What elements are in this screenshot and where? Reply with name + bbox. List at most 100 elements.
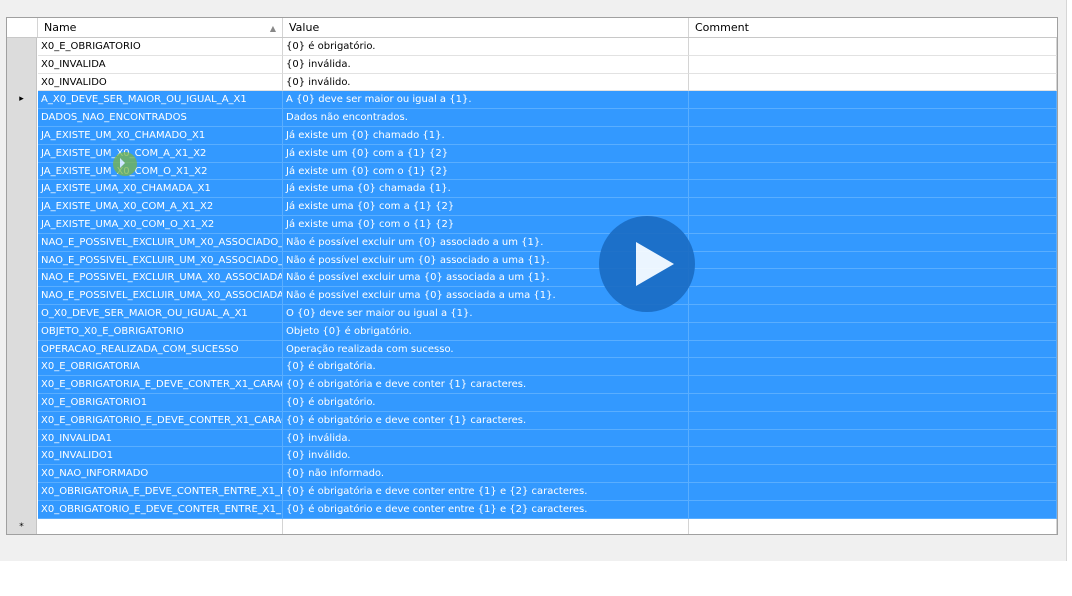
row-header[interactable] [7,38,37,56]
table-row[interactable]: X0_INVALIDA {0} inválida. [7,55,1057,74]
table-row[interactable]: ▸ A_X0_DEVE_SER_MAIOR_OU_IGUAL_A_X1 A {0} … [7,91,1057,110]
table-row[interactable]: OPERACAO_REALIZADA_COM_SUCESSO Operação r… [7,340,1057,359]
comment-cell[interactable] [689,500,1057,519]
name-cell[interactable] [38,518,283,534]
comment-cell[interactable] [689,429,1057,448]
row-header[interactable] [7,126,37,145]
comment-cell[interactable] [689,393,1057,412]
new-row[interactable]: * [7,518,1057,534]
table-row[interactable]: X0_E_OBRIGATORIA {0} é obrigatória. [7,358,1057,377]
comment-cell[interactable] [689,447,1057,466]
comment-cell[interactable] [689,376,1057,394]
name-cell[interactable]: X0_INVALIDA1 [38,429,283,448]
table-row[interactable]: JA_EXISTE_UM_X0_COM_O_X1_X2Já existe um … [7,162,1057,181]
value-cell[interactable]: {0} inválida. [283,429,689,448]
comment-cell[interactable] [689,162,1057,181]
value-cell[interactable]: {0} é obrigatório. [283,393,689,412]
name-cell[interactable]: NAO_E_POSSIVEL_EXCLUIR_UM_X0_ASSOCIADO_A… [38,251,283,270]
value-cell[interactable]: {0} é obrigatório. [283,38,689,56]
value-cell[interactable]: {0} inválido. [283,447,689,466]
row-header[interactable] [7,233,37,252]
table-row[interactable]: X0_E_OBRIGATORIA_E_DEVE_CONTER_X1_CARACT… [7,376,1057,394]
value-cell[interactable]: Dados não encontrados. [283,109,689,127]
comment-cell[interactable] [689,304,1057,323]
name-cell[interactable]: NAO_E_POSSIVEL_EXCLUIR_UMA_X0_ASSOCIADA_… [38,269,283,288]
table-row[interactable]: JA_EXISTE_UM_X0_COM_A_X1_X2Já existe um … [7,144,1057,163]
comment-cell[interactable] [689,73,1057,92]
value-cell[interactable]: Operação realizada com sucesso. [283,340,689,359]
value-cell[interactable]: A {0} deve ser maior ou igual a {1}. [283,91,689,110]
name-cell[interactable]: X0_OBRIGATORIO_E_DEVE_CONTER_ENTRE_X1_E_… [38,500,283,519]
comment-cell[interactable] [689,126,1057,145]
column-header-value[interactable]: Value [283,18,689,37]
value-cell[interactable]: Já existe um {0} com o {1} {2} [283,162,689,181]
row-header-corner[interactable] [7,18,38,37]
comment-cell[interactable] [689,465,1057,483]
value-cell[interactable]: Objeto {0} é obrigatório. [283,322,689,341]
table-row[interactable]: X0_INVALIDO1 {0} inválido. [7,447,1057,466]
comment-cell[interactable] [689,269,1057,288]
row-header[interactable] [7,340,37,359]
row-header[interactable] [7,411,37,430]
comment-cell[interactable] [689,91,1057,110]
name-cell[interactable]: JA_EXISTE_UMA_X0_COM_O_X1_X2 [38,215,283,234]
table-row[interactable]: JA_EXISTE_UMA_X0_COM_O_X1_X2 Já existe um… [7,215,1057,234]
row-header[interactable] [7,393,37,412]
row-header[interactable] [7,447,37,466]
row-header[interactable] [7,251,37,270]
row-header[interactable] [7,287,37,305]
row-header[interactable] [7,55,37,74]
resource-grid[interactable]: Name ▲ Value Comment X0_E_OBRIGATORIO {0}… [6,17,1058,535]
comment-cell[interactable] [689,198,1057,216]
row-header[interactable] [7,376,37,394]
table-row[interactable]: X0_OBRIGATORIO_E_DEVE_CONTER_ENTRE_X1_E_… [7,500,1057,519]
comment-cell[interactable] [689,411,1057,430]
table-row[interactable]: NAO_E_POSSIVEL_EXCLUIR_UMA_X0_ASSOCIADA_… [7,269,1057,288]
value-cell[interactable]: {0} é obrigatório e deve conter {1} cara… [283,411,689,430]
row-header[interactable] [7,304,37,323]
row-header[interactable]: * [7,518,37,534]
value-cell[interactable]: Já existe uma {0} chamada {1}. [283,180,689,199]
comment-cell[interactable] [689,233,1057,252]
table-row[interactable]: JA_EXISTE_UMA_X0_COM_A_X1_X2 Já existe um… [7,198,1057,216]
name-cell[interactable]: JA_EXISTE_UM_X0_CHAMADO_X1 [38,126,283,145]
value-cell[interactable] [283,518,689,534]
table-row[interactable]: X0_OBRIGATORIA_E_DEVE_CONTER_ENTRE_X1_E_… [7,482,1057,501]
name-cell[interactable]: X0_E_OBRIGATORIO_E_DEVE_CONTER_X1_CARACT… [38,411,283,430]
name-cell[interactable]: X0_E_OBRIGATORIO1 [38,393,283,412]
row-header[interactable]: ▸ [7,91,37,110]
play-button[interactable] [599,216,695,312]
column-header-name[interactable]: Name ▲ [38,18,283,37]
column-header-comment[interactable]: Comment [689,18,1057,37]
name-cell[interactable]: A_X0_DEVE_SER_MAIOR_OU_IGUAL_A_X1 [38,91,283,110]
row-header[interactable] [7,269,37,288]
table-row[interactable]: X0_NAO_INFORMADO {0} não informado. [7,465,1057,483]
comment-cell[interactable] [689,322,1057,341]
comment-cell[interactable] [689,251,1057,270]
value-cell[interactable]: Já existe um {0} chamado {1}. [283,126,689,145]
row-header[interactable] [7,162,37,181]
name-cell[interactable]: X0_NAO_INFORMADO [38,465,283,483]
value-cell[interactable]: {0} é obrigatória. [283,358,689,377]
row-header[interactable] [7,429,37,448]
name-cell[interactable]: NAO_E_POSSIVEL_EXCLUIR_UMA_X0_ASSOCIADA_… [38,287,283,305]
table-row[interactable]: X0_INVALIDO {0} inválido. [7,73,1057,92]
name-cell[interactable]: X0_E_OBRIGATORIO [38,38,283,56]
name-cell[interactable]: JA_EXISTE_UMA_X0_COM_A_X1_X2 [38,198,283,216]
row-header[interactable] [7,322,37,341]
comment-cell[interactable] [689,144,1057,163]
row-header[interactable] [7,500,37,519]
table-row[interactable]: X0_E_OBRIGATORIO1 {0} é obrigatório. [7,393,1057,412]
comment-cell[interactable] [689,340,1057,359]
row-header[interactable] [7,73,37,92]
value-cell[interactable]: {0} inválido. [283,73,689,92]
name-cell[interactable]: X0_INVALIDO [38,73,283,92]
table-row[interactable]: X0_E_OBRIGATORIO {0} é obrigatório. [7,38,1057,56]
table-row[interactable]: JA_EXISTE_UMA_X0_CHAMADA_X1 Já existe uma… [7,180,1057,199]
name-cell[interactable]: NAO_E_POSSIVEL_EXCLUIR_UM_X0_ASSOCIADO_A… [38,233,283,252]
comment-cell[interactable] [689,38,1057,56]
row-header[interactable] [7,180,37,199]
comment-cell[interactable] [689,482,1057,501]
comment-cell[interactable] [689,358,1057,377]
value-cell[interactable]: Já existe um {0} com a {1} {2} [283,144,689,163]
